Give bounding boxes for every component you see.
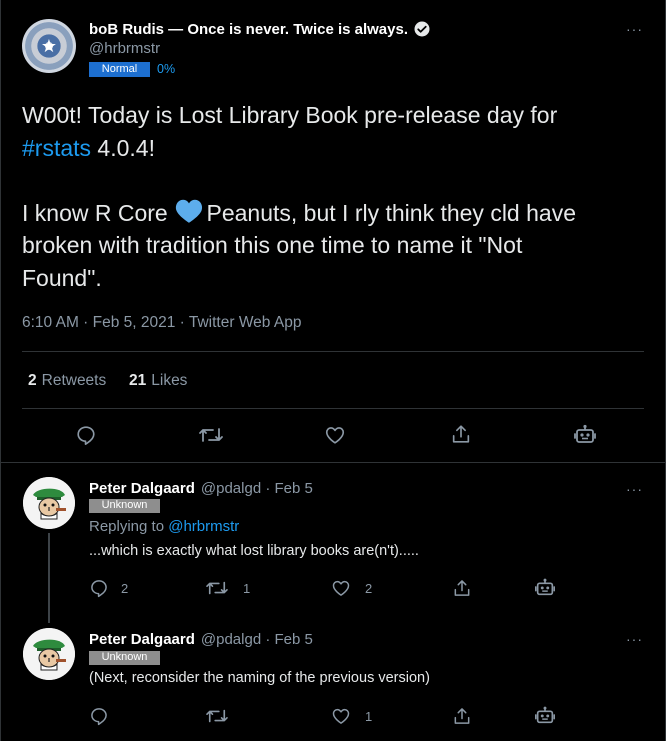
reply-action-like[interactable]: 1 — [331, 706, 372, 726]
status-badge: Normal — [89, 62, 150, 77]
reply-icon[interactable] — [75, 424, 97, 446]
tweet-line-3: I know R Core Peanuts, but I rly think t… — [22, 197, 642, 230]
retweet-icon[interactable] — [205, 578, 229, 598]
reply-author-name[interactable]: Peter Dalgaard — [89, 631, 195, 648]
replying-prefix: Replying to — [89, 518, 169, 535]
reply-icon[interactable] — [89, 706, 109, 726]
reply-header: Peter Dalgaard @pdalgd · Feb 5 — [89, 631, 313, 648]
tweet-line-2-rest: 4.0.4! — [91, 134, 155, 161]
thread-connector — [48, 533, 50, 623]
reply-handle-date[interactable]: @pdalgd · Feb 5 — [201, 631, 313, 648]
likes-stat[interactable]: 21 Likes — [129, 372, 187, 390]
retweet-icon[interactable] — [205, 706, 229, 726]
status-badge: Unknown — [89, 499, 160, 513]
author-name-row[interactable]: boB Rudis — Once is never. Twice is alwa… — [89, 20, 431, 38]
retweets-stat[interactable]: 2 Retweets — [28, 372, 106, 390]
share-icon[interactable] — [452, 706, 472, 726]
bot-icon[interactable] — [573, 422, 597, 446]
retweet-count: 1 — [243, 580, 251, 596]
more-icon[interactable]: ··· — [626, 481, 643, 497]
likes-label: Likes — [151, 372, 188, 389]
section-divider — [0, 462, 666, 463]
verified-icon — [413, 20, 431, 38]
reply-text: (Next, reconsider the naming of the prev… — [89, 670, 430, 686]
tweet-line-1: W00t! Today is Lost Library Book pre-rel… — [22, 102, 558, 128]
share-icon[interactable] — [452, 578, 472, 598]
like-icon[interactable] — [324, 424, 346, 446]
divider — [22, 408, 644, 409]
badge-percent: 0% — [157, 62, 176, 76]
replying-to: Replying to @hrbrmstr — [89, 518, 239, 535]
like-icon[interactable] — [331, 578, 351, 598]
more-icon[interactable]: ··· — [626, 21, 643, 37]
more-icon[interactable]: ··· — [626, 631, 643, 647]
author-handle[interactable]: @hrbrmstr — [89, 40, 160, 57]
status-badge: Unknown — [89, 651, 160, 665]
reply-header: Peter Dalgaard @pdalgd · Feb 5 — [89, 480, 313, 497]
shield-star-icon: ★ — [40, 35, 58, 56]
reply-icon[interactable] — [89, 578, 109, 598]
reply-author-name[interactable]: Peter Dalgaard — [89, 480, 195, 497]
like-count: 2 — [365, 580, 373, 596]
reply-action-reply[interactable]: 2 — [89, 578, 128, 598]
reply-text: ...which is exactly what lost library bo… — [89, 543, 419, 559]
like-count: 1 — [365, 708, 373, 724]
blue-heart-emoji — [174, 198, 203, 223]
tweet-line-3-b: Peanuts, but I rly think they cld have — [200, 199, 576, 226]
bot-icon[interactable] — [534, 576, 556, 598]
hashtag-link[interactable]: #rstats — [22, 135, 91, 161]
likes-count: 21 — [129, 372, 147, 389]
retweets-label: Retweets — [41, 372, 107, 389]
tweet-line-3-a: I know R Core — [22, 199, 175, 226]
reply-avatar[interactable] — [23, 477, 75, 529]
tweet-timestamp[interactable]: 6:10 AM · Feb 5, 2021 · Twitter Web App — [22, 314, 301, 332]
tweet-line-2: #rstats 4.0.4! — [22, 132, 642, 165]
tweet-paragraph-gap — [22, 164, 642, 197]
replying-to-link[interactable]: @hrbrmstr — [168, 518, 239, 535]
reply-handle-date[interactable]: @pdalgd · Feb 5 — [201, 480, 313, 497]
reply-action-like[interactable]: 2 — [331, 578, 372, 598]
author-avatar[interactable]: ★ — [22, 19, 76, 73]
retweet-icon[interactable] — [198, 424, 224, 446]
reply-count: 2 — [121, 580, 129, 596]
reply-action-retweet[interactable]: 1 — [205, 578, 250, 598]
retweets-count: 2 — [28, 372, 37, 389]
share-icon[interactable] — [450, 423, 472, 445]
bot-icon[interactable] — [534, 704, 556, 726]
author-name[interactable]: boB Rudis — Once is never. Twice is alwa… — [89, 21, 408, 38]
reply-avatar[interactable] — [23, 628, 75, 680]
tweet-body: W00t! Today is Lost Library Book pre-rel… — [22, 99, 642, 294]
divider — [22, 351, 644, 352]
like-icon[interactable] — [331, 706, 351, 726]
tweet-line-4: broken with tradition this one time to n… — [22, 232, 523, 258]
tweet-line-5: Found". — [22, 264, 102, 291]
